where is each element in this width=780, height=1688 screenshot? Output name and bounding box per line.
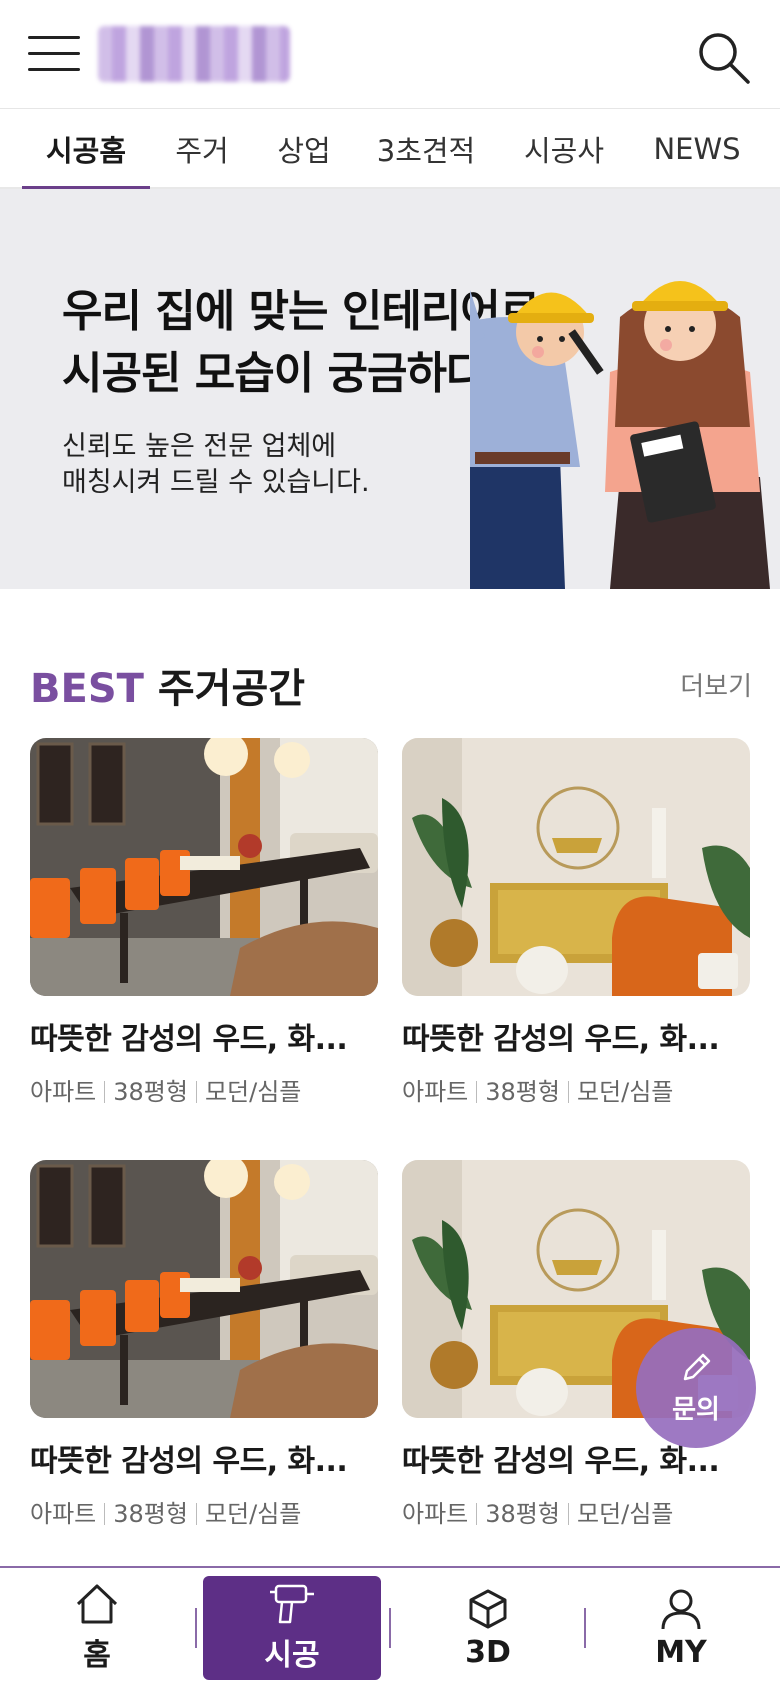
section-title: BEST 주거공간 bbox=[30, 656, 305, 714]
search-icon[interactable] bbox=[696, 30, 752, 86]
card-title: 따뜻한 감성의 우드, 화... bbox=[30, 1022, 348, 1057]
tab-commercial[interactable]: 상업 bbox=[262, 109, 346, 189]
tab-news[interactable]: NEWS bbox=[640, 109, 754, 189]
drill-icon bbox=[270, 1584, 314, 1624]
card-meta: 아파트 38평형 모던/심플 bbox=[30, 1078, 302, 1106]
nav-divider bbox=[195, 1608, 197, 1648]
nav-item-home[interactable]: 홈 bbox=[8, 1576, 186, 1680]
card-title: 따뜻한 감성의 우드, 화... bbox=[30, 1444, 348, 1479]
brand-logo[interactable] bbox=[98, 26, 290, 82]
project-card[interactable]: 따뜻한 감성의 우드, 화... 아파트 38평형 모던/심플 bbox=[30, 1160, 378, 1529]
tab-residential[interactable]: 주거 bbox=[160, 109, 244, 189]
tab-construction-home[interactable]: 시공홈 bbox=[22, 109, 150, 189]
hamburger-menu-icon[interactable] bbox=[28, 30, 80, 78]
user-icon bbox=[661, 1589, 701, 1629]
card-title: 따뜻한 감성의 우드, 화... bbox=[402, 1022, 720, 1057]
cube-icon bbox=[469, 1589, 507, 1628]
dining-room-photo bbox=[30, 738, 378, 996]
card-meta: 아파트 38평형 모던/심플 bbox=[402, 1078, 674, 1106]
app-header bbox=[0, 0, 780, 109]
bottom-navigation: 홈 시공 3D MY bbox=[0, 1566, 780, 1688]
more-link[interactable]: 더보기 bbox=[680, 666, 752, 703]
section-title-accent: BEST bbox=[30, 666, 144, 712]
home-icon bbox=[76, 1584, 118, 1624]
nav-divider bbox=[389, 1608, 391, 1648]
dining-room-photo bbox=[30, 1160, 378, 1418]
nav-item-construction[interactable]: 시공 bbox=[203, 1576, 381, 1680]
hero-banner[interactable]: 우리 집에 맞는 인테리어로 시공된 모습이 궁금하다면? 신뢰도 높은 전문 … bbox=[0, 189, 780, 589]
best-residential-section-header: BEST 주거공간 더보기 bbox=[30, 650, 752, 712]
living-room-photo bbox=[402, 738, 750, 996]
workers-illustration bbox=[470, 281, 770, 589]
pencil-icon bbox=[683, 1353, 711, 1380]
nav-divider bbox=[584, 1608, 586, 1648]
tab-quick-estimate[interactable]: 3초견적 bbox=[364, 109, 488, 189]
project-card[interactable]: 따뜻한 감성의 우드, 화... 아파트 38평형 모던/심플 bbox=[30, 738, 378, 1107]
inquiry-fab-button[interactable]: 문의 bbox=[636, 1328, 756, 1448]
project-card[interactable]: 따뜻한 감성의 우드, 화... 아파트 38평형 모던/심플 bbox=[402, 738, 750, 1107]
nav-item-my[interactable]: MY bbox=[592, 1576, 770, 1680]
card-meta: 아파트 38평형 모던/심플 bbox=[402, 1500, 674, 1528]
section-title-rest: 주거공간 bbox=[157, 666, 306, 712]
fab-label: 문의 bbox=[672, 1394, 720, 1425]
category-tabs: 시공홈 주거 상업 3초견적 시공사 NEWS bbox=[0, 109, 780, 189]
tab-contractors[interactable]: 시공사 bbox=[512, 109, 616, 189]
card-meta: 아파트 38평형 모던/심플 bbox=[30, 1500, 302, 1528]
nav-item-3d[interactable]: 3D bbox=[399, 1576, 577, 1680]
banner-subtitle: 신뢰도 높은 전문 업체에 매칭시켜 드릴 수 있습니다. bbox=[62, 431, 370, 498]
